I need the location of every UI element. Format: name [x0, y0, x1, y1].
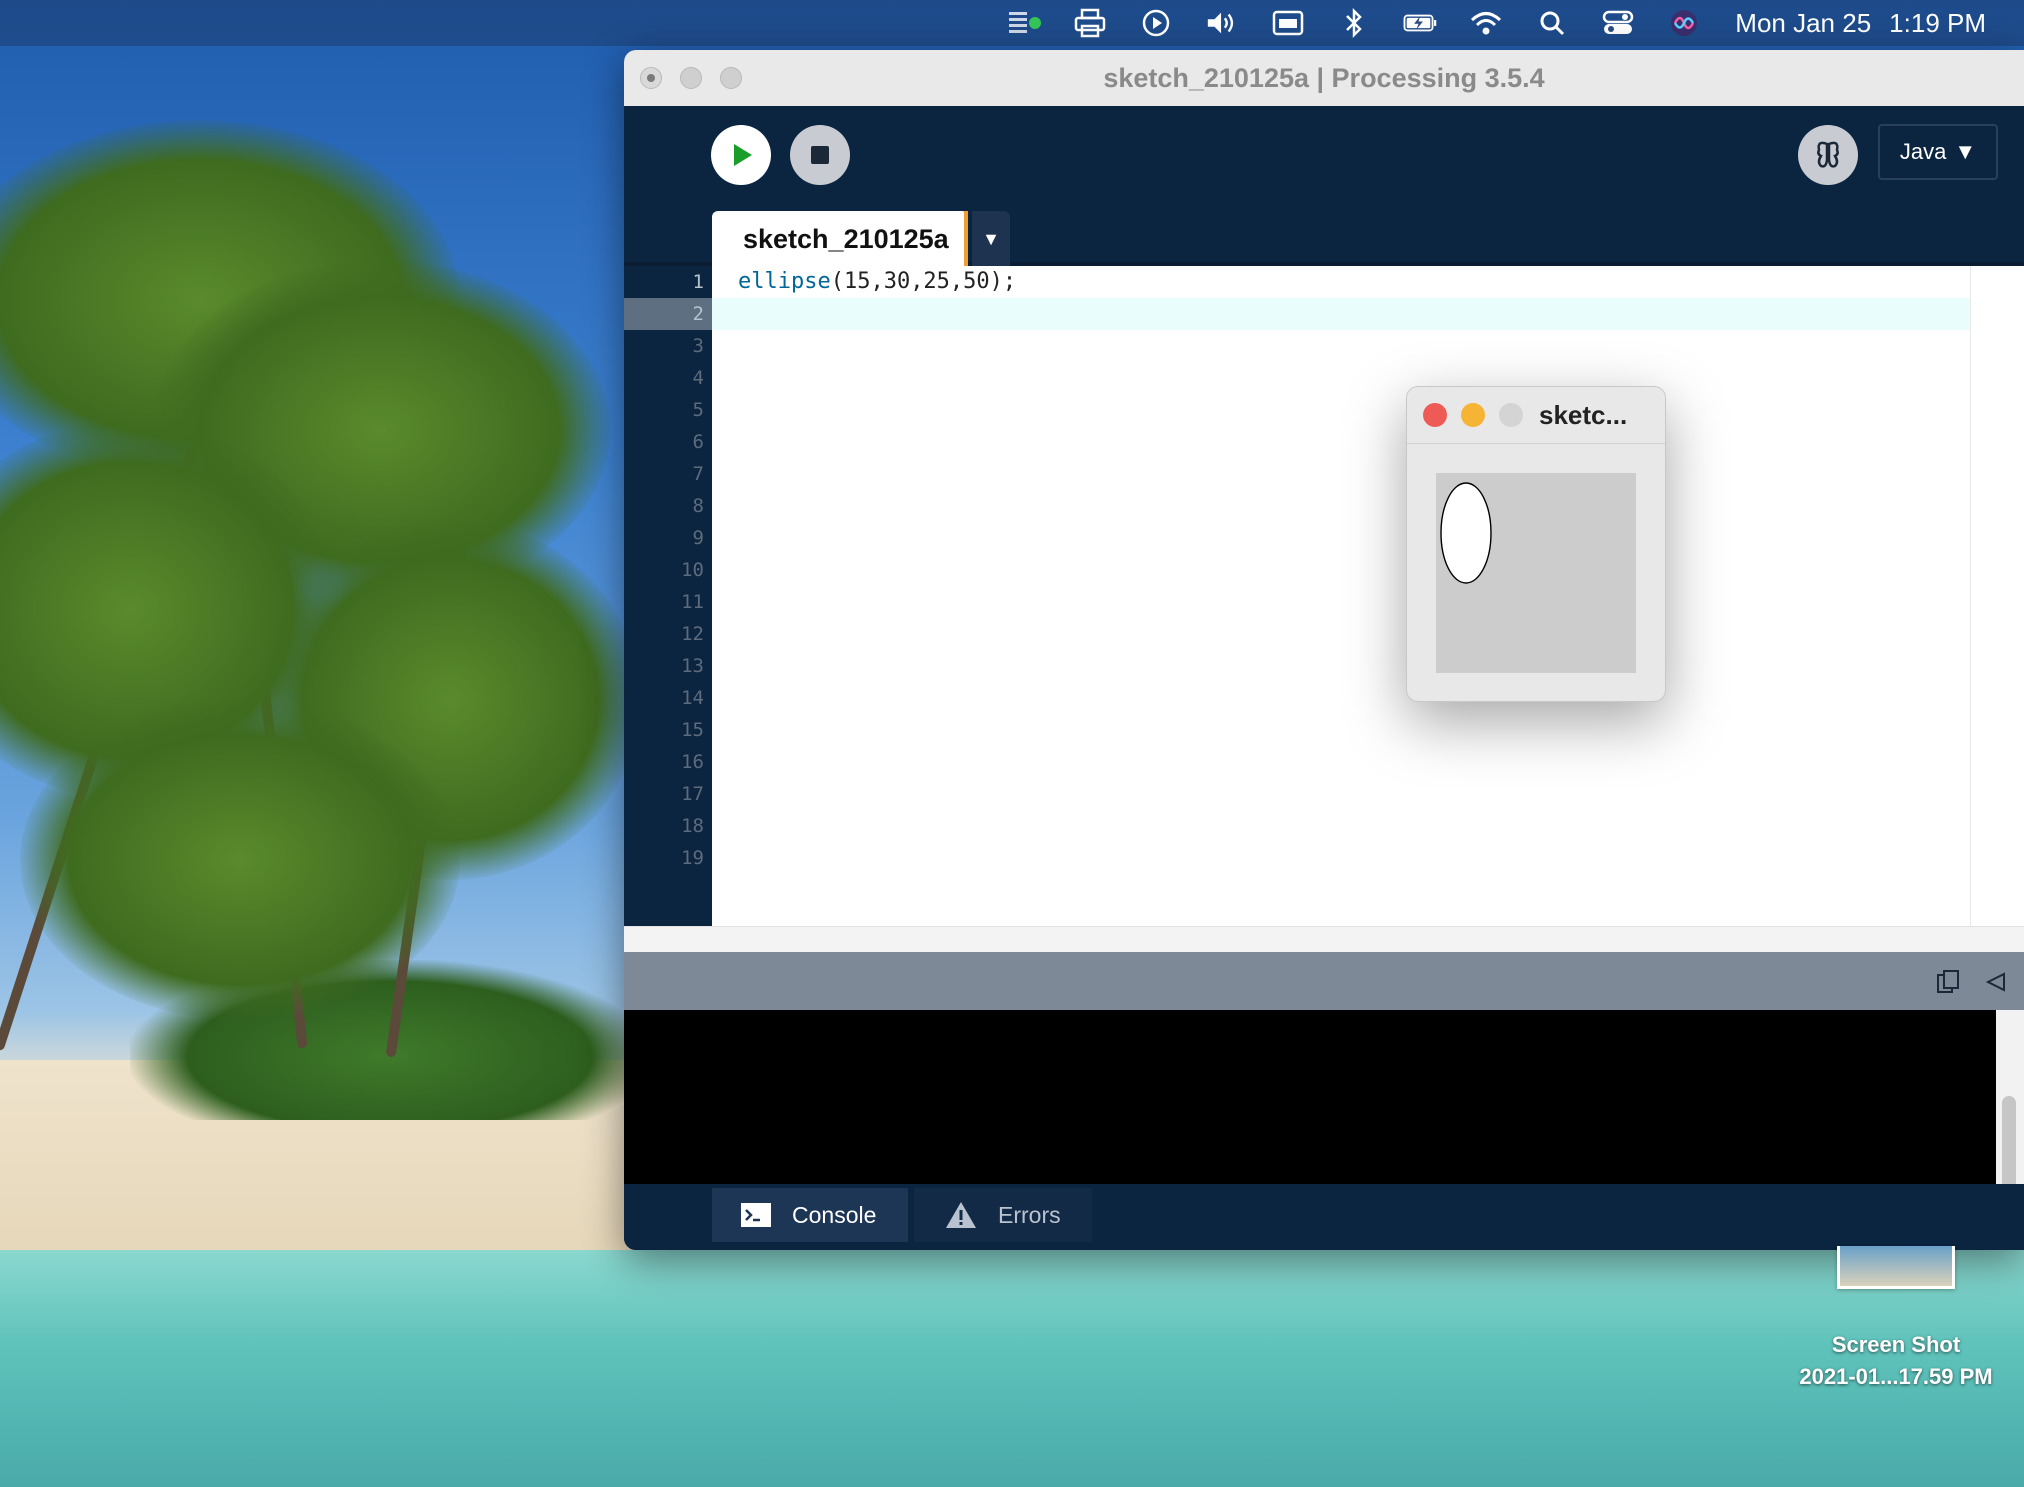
line-number: 15	[681, 719, 704, 741]
volume-icon[interactable]	[1205, 8, 1239, 38]
sketch-output-window: sketc...	[1406, 386, 1666, 702]
line-number: 4	[692, 367, 704, 389]
line-number: 17	[681, 783, 704, 805]
terminal-icon	[741, 1203, 771, 1227]
siri-icon[interactable]	[1667, 8, 1701, 38]
file-label[interactable]: Screen Shot 2021-01...17.59 PM	[1776, 1329, 2016, 1393]
line-number: 8	[692, 495, 704, 517]
butterfly-debug-icon	[1817, 141, 1839, 168]
printer-icon[interactable]	[1073, 8, 1107, 38]
line-number: 10	[681, 559, 704, 581]
status-bar	[624, 952, 2024, 1010]
window-title: sketch_210125a | Processing 3.5.4	[1103, 63, 1545, 93]
sketch-canvas[interactable]	[1436, 473, 1636, 673]
stop-button[interactable]	[790, 125, 850, 185]
minimize-button[interactable]	[1461, 403, 1485, 427]
sketch-window-title: sketc...	[1539, 399, 1628, 430]
bluetooth-icon[interactable]	[1337, 8, 1371, 38]
stop-icon	[811, 146, 829, 164]
tab-console[interactable]: Console	[712, 1188, 908, 1242]
line-number: 6	[692, 431, 704, 453]
line-number: 9	[692, 527, 704, 549]
play-icon	[734, 144, 752, 166]
line-number: 13	[681, 655, 704, 677]
file-thumbnail[interactable]	[1837, 1246, 1955, 1289]
palm-frond	[20, 700, 460, 1020]
code-args: (15,30,25,50);	[830, 269, 1017, 294]
chevron-down-icon: ▼	[982, 228, 1000, 249]
copy-console-icon[interactable]	[1934, 968, 1962, 996]
editor-horizontal-scrollbar[interactable]	[624, 926, 2024, 953]
menu-bar: Mon Jan 25 1:19 PM	[0, 0, 2024, 46]
debug-button[interactable]	[1798, 125, 1858, 185]
collapse-console-icon[interactable]	[1982, 968, 2010, 996]
mode-selector[interactable]: Java ▼	[1878, 124, 1998, 180]
line-number: 12	[681, 623, 704, 645]
keyboard-icon[interactable]	[1271, 8, 1305, 38]
code-line[interactable]: ellipse(15,30,25,50);	[712, 266, 1970, 298]
tab-console-label: Console	[792, 1201, 877, 1228]
drawn-ellipse	[1440, 482, 1492, 584]
desktop-file-screenshot[interactable]: Screen Shot 2021-01...17.59 PM	[1776, 1246, 2016, 1393]
line-number: 18	[681, 815, 704, 837]
wifi-icon[interactable]	[1469, 8, 1503, 38]
file-name-line2: 2021-01...17.59 PM	[1799, 1364, 1993, 1389]
processing-window: sketch_210125a | Processing 3.5.4 Java ▼…	[624, 50, 2024, 1250]
wallpaper-sea	[0, 1250, 2024, 1487]
warning-icon	[946, 1202, 976, 1228]
run-button[interactable]	[711, 125, 771, 185]
bottom-tab-bar: Console Errors	[624, 1184, 2024, 1250]
file-name-line1: Screen Shot	[1831, 1332, 1961, 1357]
line-number: 11	[681, 591, 704, 613]
line-number: 5	[692, 399, 704, 421]
code-function: ellipse	[738, 269, 831, 294]
line-number: 16	[681, 751, 704, 773]
line-number: 3	[692, 335, 704, 357]
activity-monitor-icon[interactable]	[1007, 8, 1042, 38]
sketch-tab[interactable]: sketch_210125a	[712, 211, 968, 267]
menubar-date[interactable]: Mon Jan 25	[1735, 8, 1871, 39]
line-number: 2	[624, 298, 712, 330]
code-line-current[interactable]	[712, 298, 1970, 330]
mode-label: Java	[1899, 139, 1947, 164]
code-editor[interactable]: ellipse(15,30,25,50);	[712, 266, 1970, 926]
spotlight-search-icon[interactable]	[1535, 8, 1569, 38]
battery-icon[interactable]	[1403, 8, 1437, 38]
chevron-down-icon: ▼	[1954, 139, 1977, 164]
close-button[interactable]	[1423, 403, 1447, 427]
sketch-window-titlebar[interactable]: sketc...	[1407, 387, 1665, 444]
control-center-icon[interactable]	[1601, 8, 1635, 38]
editor-scrollbar[interactable]	[1970, 266, 2024, 926]
play-circle-icon[interactable]	[1139, 8, 1173, 38]
line-number: 1	[692, 271, 704, 293]
zoom-button[interactable]	[1499, 403, 1523, 427]
line-number: 14	[681, 687, 704, 709]
line-number-gutter: 1 2 3 4 5 6 7 8 9 10 11 12 13 14 15 16 17 18 19	[624, 266, 712, 926]
line-number: 7	[692, 463, 704, 485]
tab-errors[interactable]: Errors	[914, 1188, 1092, 1242]
tab-menu-button[interactable]: ▼	[972, 211, 1010, 267]
sketch-canvas-svg	[1440, 482, 1492, 584]
menubar-time[interactable]: 1:19 PM	[1889, 8, 1986, 39]
line-number: 19	[681, 847, 704, 869]
tab-errors-label: Errors	[998, 1201, 1061, 1228]
window-titlebar[interactable]: sketch_210125a | Processing 3.5.4	[624, 50, 2024, 107]
